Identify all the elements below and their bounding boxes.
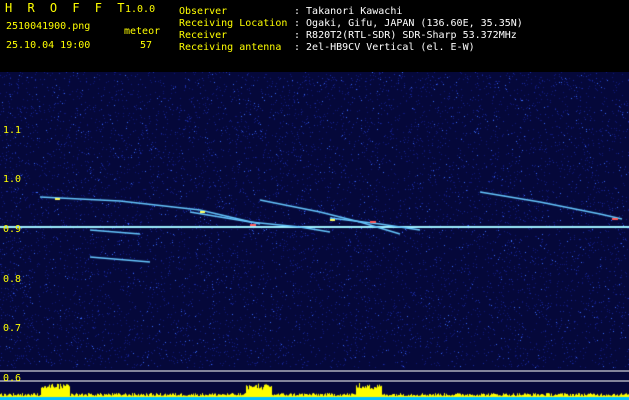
y-tick-label: 0.8 [3,274,22,285]
app-version: 1.0.0 [125,4,156,15]
date-time: 25.10.04 19:00 [6,40,91,51]
info-value-antenna: : 2el-HB9CV Vertical (el. E-W) [294,42,475,53]
y-tick-label: 0.9 [3,224,22,235]
meteor-count-label: meteor [124,26,161,37]
info-label-location: Receiving Location [179,18,288,29]
y-tick-label: 1.1 [3,125,22,136]
y-tick-label: 1.0 [3,174,22,185]
info-label-antenna: Receiving antenna [179,42,282,53]
meteor-count-value: 57 [140,40,153,51]
file-name: 2510041900.png [6,21,91,32]
spectrogram-panel [0,72,629,400]
info-value-location: : Ogaki, Gifu, JAPAN (136.60E, 35.35N) [294,18,523,29]
info-label-observer: Observer [179,6,228,17]
header-panel: H R O F F T 1.0.0 2510041900.png meteor … [0,0,629,72]
info-label-receiver: Receiver [179,30,228,41]
info-value-observer: : Takanori Kawachi [294,6,403,17]
spectrogram-overlay [0,370,629,382]
y-tick-label: 0.6 [3,373,22,384]
y-tick-label: 0.7 [3,323,22,334]
app-brand: H R O F F T [5,1,129,15]
info-value-receiver: : R820T2(RTL-SDR) SDR-Sharp 53.372MHz [294,30,517,41]
